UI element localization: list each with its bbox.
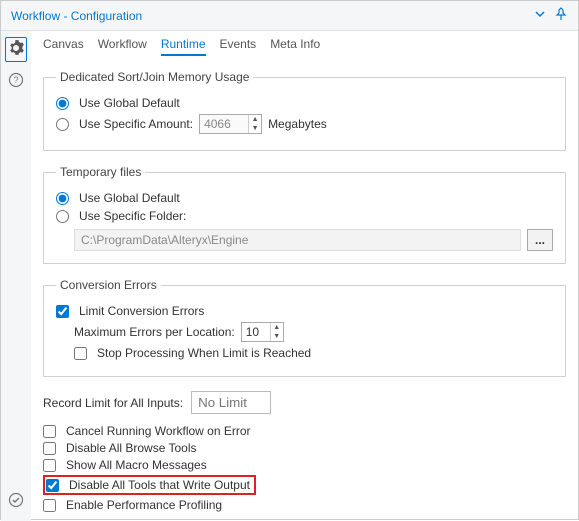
memory-global-radio[interactable] bbox=[56, 97, 69, 110]
memory-global-label: Use Global Default bbox=[79, 96, 180, 110]
temp-specific-label: Use Specific Folder: bbox=[79, 209, 186, 223]
disable-browse-label: Disable All Browse Tools bbox=[66, 441, 197, 455]
show-macro-label: Show All Macro Messages bbox=[66, 458, 207, 472]
tab-canvas[interactable]: Canvas bbox=[43, 37, 84, 56]
memory-spin-up[interactable]: ▲ bbox=[249, 115, 261, 124]
max-errors-spin-down[interactable]: ▼ bbox=[271, 332, 283, 341]
memory-specific-label: Use Specific Amount: bbox=[79, 117, 193, 131]
gear-icon[interactable] bbox=[5, 37, 27, 62]
status-check-icon bbox=[8, 492, 24, 511]
max-errors-label: Maximum Errors per Location: bbox=[74, 325, 235, 339]
limit-errors-checkbox[interactable] bbox=[56, 305, 69, 318]
browse-folder-button[interactable]: ... bbox=[527, 229, 553, 251]
temp-folder-input[interactable]: C:\ProgramData\Alteryx\Engine bbox=[74, 229, 521, 251]
conversion-group: Conversion Errors Limit Conversion Error… bbox=[43, 278, 566, 377]
conversion-legend: Conversion Errors bbox=[56, 278, 161, 292]
pin-icon[interactable] bbox=[554, 7, 568, 24]
record-limit-label: Record Limit for All Inputs: bbox=[43, 396, 183, 410]
help-icon[interactable]: ? bbox=[8, 72, 24, 91]
memory-unit-label: Megabytes bbox=[268, 117, 327, 131]
memory-legend: Dedicated Sort/Join Memory Usage bbox=[56, 70, 253, 84]
temp-specific-radio[interactable] bbox=[56, 210, 69, 223]
max-errors-spin-up[interactable]: ▲ bbox=[271, 323, 283, 332]
limit-errors-label: Limit Conversion Errors bbox=[79, 304, 204, 318]
memory-specific-radio[interactable] bbox=[56, 118, 69, 131]
tab-metainfo[interactable]: Meta Info bbox=[270, 37, 320, 56]
cancel-on-error-label: Cancel Running Workflow on Error bbox=[66, 424, 251, 438]
window-title: Workflow - Configuration bbox=[11, 9, 142, 23]
stop-processing-checkbox[interactable] bbox=[74, 347, 87, 360]
svg-text:?: ? bbox=[13, 75, 18, 85]
cancel-on-error-checkbox[interactable] bbox=[43, 425, 56, 438]
memory-value-input[interactable] bbox=[200, 115, 248, 133]
stop-processing-label: Stop Processing When Limit is Reached bbox=[97, 346, 311, 360]
collapse-icon[interactable] bbox=[534, 8, 546, 23]
memory-group: Dedicated Sort/Join Memory Usage Use Glo… bbox=[43, 70, 566, 151]
temp-global-radio[interactable] bbox=[56, 192, 69, 205]
temp-global-label: Use Global Default bbox=[79, 191, 180, 205]
tab-events[interactable]: Events bbox=[220, 37, 257, 56]
memory-spin-down[interactable]: ▼ bbox=[249, 124, 261, 133]
profiling-checkbox[interactable] bbox=[43, 499, 56, 512]
temp-legend: Temporary files bbox=[56, 165, 145, 179]
tab-workflow[interactable]: Workflow bbox=[98, 37, 147, 56]
record-limit-input[interactable] bbox=[191, 391, 271, 414]
temp-group: Temporary files Use Global Default Use S… bbox=[43, 165, 566, 264]
show-macro-checkbox[interactable] bbox=[43, 459, 56, 472]
max-errors-input[interactable] bbox=[242, 323, 270, 341]
tab-runtime[interactable]: Runtime bbox=[161, 37, 206, 56]
disable-output-checkbox[interactable] bbox=[46, 479, 59, 492]
disable-browse-checkbox[interactable] bbox=[43, 442, 56, 455]
profiling-label: Enable Performance Profiling bbox=[66, 498, 222, 512]
disable-output-label: Disable All Tools that Write Output bbox=[69, 478, 250, 492]
disable-output-highlight: Disable All Tools that Write Output bbox=[43, 475, 256, 495]
